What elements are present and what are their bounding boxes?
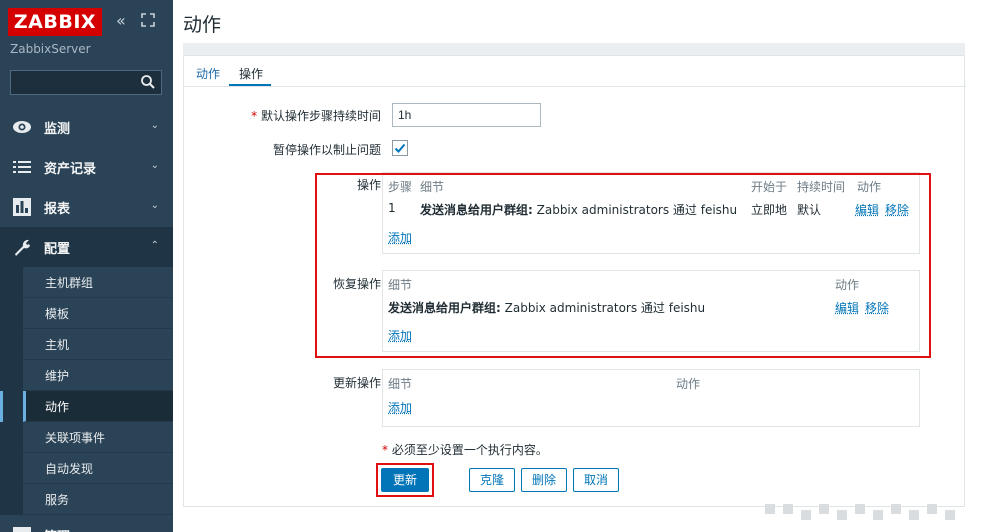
- menu-label: 配置: [44, 242, 71, 257]
- eye-icon: [13, 121, 31, 133]
- sidebar-search-input[interactable]: [10, 70, 162, 95]
- menu-item-administration[interactable]: 管理: [0, 515, 173, 532]
- kiosk-mode-icon[interactable]: [141, 13, 155, 27]
- tab-operations[interactable]: 操作: [239, 65, 263, 82]
- delete-button[interactable]: 删除: [521, 468, 567, 492]
- highlight-frame: [315, 173, 931, 358]
- submenu-item-event-correlation[interactable]: 关联项事件: [0, 422, 173, 453]
- menu-label: 管理: [44, 526, 70, 532]
- tab-action[interactable]: 动作: [196, 65, 220, 82]
- header-detail: 细节: [388, 377, 413, 391]
- pause-label: 暂停操作以制止问题: [272, 143, 381, 157]
- zabbix-logo[interactable]: ZABBIX: [8, 8, 102, 36]
- required-marker: *: [382, 443, 392, 457]
- wrench-icon: [15, 239, 30, 256]
- menu-item-monitoring[interactable]: 监测 ⌄: [0, 107, 173, 147]
- list-icon: [13, 161, 31, 173]
- update-ops-add-link[interactable]: 添加: [388, 399, 412, 416]
- required-note: * 必须至少设置一个执行内容。: [382, 443, 548, 457]
- checkmark-icon: [394, 143, 406, 153]
- main-content: 动作 动作 操作 * 默认操作步骤持续时间 暂停操作以制止问题 操作 步骤 细节…: [173, 0, 997, 532]
- menu-item-inventory[interactable]: 资产记录 ⌄: [0, 147, 173, 187]
- menu-label: 资产记录: [44, 162, 97, 177]
- bar-chart-icon: [13, 198, 31, 216]
- action-form-card: 动作 操作 * 默认操作步骤持续时间 暂停操作以制止问题 操作 步骤 细节 开始…: [183, 55, 966, 507]
- chevron-down-icon: ⌄: [150, 160, 159, 171]
- active-tab-indicator: [229, 84, 271, 86]
- menu-item-configuration[interactable]: 配置 ⌃: [0, 227, 173, 267]
- sidebar: ZABBIX « ZabbixServer 监测 ⌄ 资产记录 ⌄ 报表 ⌄ 配…: [0, 0, 173, 532]
- menu-label: 报表: [44, 202, 71, 217]
- page-title: 动作: [183, 14, 222, 36]
- submenu-item-discovery[interactable]: 自动发现: [0, 453, 173, 484]
- submenu-item-hosts[interactable]: 主机: [0, 329, 173, 360]
- required-marker: *: [251, 109, 261, 123]
- submenu-item-services[interactable]: 服务: [0, 484, 173, 515]
- submenu-item-actions[interactable]: 动作: [0, 391, 173, 422]
- cancel-button[interactable]: 取消: [573, 468, 619, 492]
- gear-icon: [13, 527, 31, 532]
- chevron-up-icon: ⌃: [150, 240, 159, 251]
- step-duration-label: * 默认操作步骤持续时间: [251, 109, 381, 123]
- clone-button[interactable]: 克隆: [469, 468, 515, 492]
- chevron-down-icon: ⌄: [150, 200, 159, 211]
- step-duration-input[interactable]: [392, 103, 541, 127]
- configuration-submenu: 主机群组 模板 主机 维护 动作 关联项事件 自动发现 服务: [0, 267, 173, 515]
- update-button[interactable]: 更新: [381, 468, 429, 492]
- search-icon[interactable]: [140, 74, 156, 90]
- update-ops-table: 细节 动作 添加: [382, 369, 920, 427]
- chevron-down-icon: ⌄: [150, 120, 159, 131]
- menu-item-reports[interactable]: 报表 ⌄: [0, 187, 173, 227]
- server-name: ZabbixServer: [10, 42, 91, 56]
- pause-checkbox[interactable]: [392, 140, 408, 156]
- tab-bar: 动作 操作: [184, 56, 966, 87]
- submenu-item-templates[interactable]: 模板: [0, 298, 173, 329]
- submenu-item-maintenance[interactable]: 维护: [0, 360, 173, 391]
- submenu-item-host-groups[interactable]: 主机群组: [0, 267, 173, 298]
- main-menu: 监测 ⌄ 资产记录 ⌄ 报表 ⌄ 配置 ⌃ 主机群组 模板 主机 维护 动作 关…: [0, 107, 173, 532]
- update-ops-label: 更新操作: [332, 376, 381, 390]
- header-action: 动作: [676, 377, 701, 391]
- watermark-icon: [765, 504, 955, 520]
- header-divider: [183, 43, 965, 55]
- collapse-sidebar-icon[interactable]: «: [116, 12, 126, 30]
- menu-label: 监测: [44, 122, 71, 137]
